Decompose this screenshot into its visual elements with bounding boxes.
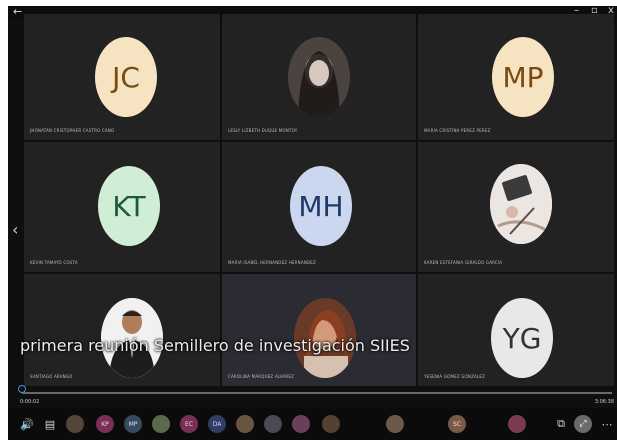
participant-thumbnail[interactable]	[152, 415, 170, 433]
participant-avatar: JC	[95, 37, 157, 117]
participant-name: MARIA CRISTINA PEREZ PEREZ	[424, 128, 491, 133]
elapsed-time: 0:00:02	[20, 399, 40, 405]
participant-tile: KT KEVIN TAMAYO COSTA	[24, 142, 220, 272]
participant-avatar: MP	[492, 37, 554, 117]
chevron-left-icon[interactable]: ‹	[12, 220, 18, 239]
participant-tile: SANTIAGO ARANGO	[24, 274, 220, 386]
participant-name: KAREN ESTEFANIA GIRALDO GARCIA	[424, 260, 503, 265]
participant-thumbnail[interactable]	[236, 415, 254, 433]
participant-thumbnail[interactable]: SC	[448, 415, 466, 433]
participant-thumbnail[interactable]: DA	[208, 415, 226, 433]
participant-tile: MH MARIA ISABEL HERNANDEZ HERNANDEZ	[222, 142, 416, 272]
participant-name: YESENIA GOMEZ GONZALEZ	[424, 374, 486, 379]
participant-avatar	[288, 37, 350, 117]
participant-name: MARIA ISABEL HERNANDEZ HERNANDEZ	[228, 260, 316, 265]
participant-thumbnail[interactable]	[264, 415, 282, 433]
participant-thumbnail[interactable]	[66, 415, 84, 433]
total-time: 3:06:38	[594, 399, 614, 405]
participant-tile: MP MARIA CRISTINA PEREZ PEREZ	[418, 14, 614, 140]
participant-thumbnail[interactable]	[292, 415, 310, 433]
picture-in-picture-icon[interactable]: ⧉	[552, 415, 570, 433]
participant-tile: CAROLINA MARQUEZ ALVAREZ	[222, 274, 416, 386]
video-caption: primera reunión Semillero de investigaci…	[20, 336, 410, 355]
participant-thumbnail[interactable]	[508, 415, 526, 433]
participant-thumbnail[interactable]: EC	[180, 415, 198, 433]
fullscreen-icon[interactable]: ⤢	[574, 415, 592, 433]
progress-bar[interactable]	[22, 392, 612, 394]
participant-photo	[490, 164, 552, 244]
participant-name: CAROLINA MARQUEZ ALVAREZ	[228, 374, 295, 379]
participant-thumbnail[interactable]	[322, 415, 340, 433]
participant-tile: KAREN ESTEFANIA GIRALDO GARCIA	[418, 142, 614, 272]
participant-photo	[288, 37, 350, 117]
chat-icon[interactable]: ▤	[41, 415, 59, 433]
participant-tile: YG YESENIA GOMEZ GONZALEZ	[418, 274, 614, 386]
participant-tile: LESLY LIZBETH DUQUE MONTOY	[222, 14, 416, 140]
progress-handle[interactable]	[18, 385, 26, 393]
participant-avatar: KT	[98, 166, 160, 246]
participant-name: JHONATAN CRISTOPHER CASTRO CANO	[30, 128, 115, 133]
participant-thumbnail[interactable]	[386, 415, 404, 433]
participant-tile: JC JHONATAN CRISTOPHER CASTRO CANO	[24, 14, 220, 140]
meeting-recording-window: ← – ▫ x JC JHONATAN CRISTOPHER CASTRO CA…	[8, 6, 617, 440]
participant-thumbnail[interactable]: MP	[124, 415, 142, 433]
participant-avatar	[490, 164, 552, 244]
participant-name: SANTIAGO ARANGO	[30, 374, 73, 379]
more-options-icon[interactable]: ⋯	[598, 415, 616, 433]
participant-avatar: YG	[491, 298, 553, 378]
back-arrow-icon[interactable]: ←	[13, 6, 22, 18]
participant-thumbnail[interactable]: KP	[96, 415, 114, 433]
volume-icon[interactable]: 🔊	[18, 415, 36, 433]
participant-avatar: MH	[290, 166, 352, 246]
participant-name: KEVIN TAMAYO COSTA	[30, 260, 78, 265]
participant-name: LESLY LIZBETH DUQUE MONTOY	[228, 128, 298, 133]
